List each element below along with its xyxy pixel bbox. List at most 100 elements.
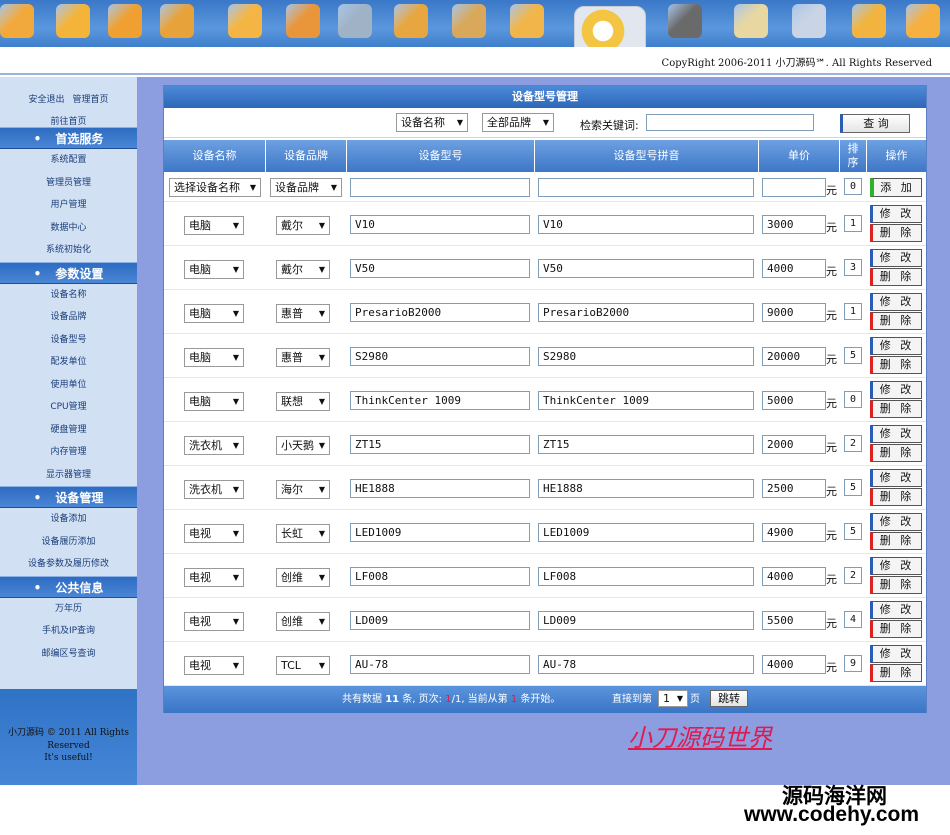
pinyin-input[interactable]: S2980 xyxy=(538,347,754,366)
sidebar-section-header[interactable]: • 首选服务 xyxy=(0,127,137,149)
brand-select[interactable]: 创维 ▼ xyxy=(276,568,330,587)
edit-button[interactable]: 修 改 xyxy=(870,513,922,531)
brand-select[interactable]: 长虹 ▼ xyxy=(276,524,330,543)
edit-button[interactable]: 修 改 xyxy=(870,337,922,355)
name-select[interactable]: 电脑 ▼ xyxy=(184,304,244,323)
sidebar-item[interactable]: 配发单位 xyxy=(0,351,137,374)
name-select[interactable]: 电脑 ▼ xyxy=(184,348,244,367)
model-input[interactable]: LD009 xyxy=(350,611,530,630)
sidebar-item[interactable]: 管理员管理 xyxy=(0,172,137,195)
price-input[interactable]: 5000 xyxy=(762,391,826,410)
user-icon[interactable] xyxy=(108,4,142,38)
name-select[interactable]: 电视 ▼ xyxy=(184,612,244,631)
sidebar-section-header[interactable]: • 参数设置 xyxy=(0,261,137,284)
edit-button[interactable]: 修 改 xyxy=(870,205,922,223)
delete-button[interactable]: 删 除 xyxy=(870,312,922,330)
pinyin-input[interactable]: V50 xyxy=(538,259,754,278)
sidebar-item[interactable]: 设备名称 xyxy=(0,284,137,307)
brand-select[interactable]: TCL ▼ xyxy=(276,656,330,675)
model-input[interactable]: PresarioB2000 xyxy=(350,303,530,322)
users-icon[interactable] xyxy=(160,4,194,38)
brand-select[interactable]: 海尔 ▼ xyxy=(276,480,330,499)
edit-button[interactable]: 修 改 xyxy=(870,645,922,663)
name-select[interactable]: 电脑 ▼ xyxy=(184,392,244,411)
add-brand-select[interactable]: 设备品牌 ▼ xyxy=(270,178,342,197)
delete-button[interactable]: 删 除 xyxy=(870,400,922,418)
order-input[interactable]: 1 xyxy=(844,215,862,232)
delete-button[interactable]: 删 除 xyxy=(870,532,922,550)
calendar-icon[interactable] xyxy=(792,4,826,38)
brand-select[interactable]: 戴尔 ▼ xyxy=(276,260,330,279)
delete-button[interactable]: 删 除 xyxy=(870,268,922,286)
order-input[interactable]: 9 xyxy=(844,655,862,672)
price-input[interactable]: 2500 xyxy=(762,479,826,498)
pinyin-input[interactable]: HE1888 xyxy=(538,479,754,498)
sidebar-item[interactable]: 万年历 xyxy=(0,598,137,621)
delete-button[interactable]: 删 除 xyxy=(870,620,922,638)
name-select[interactable]: 电视 ▼ xyxy=(184,524,244,543)
pinyin-input[interactable]: LF008 xyxy=(538,567,754,586)
delete-button[interactable]: 删 除 xyxy=(870,488,922,506)
filter-brand-select[interactable]: 全部品牌 ▼ xyxy=(482,113,554,132)
add-name-select[interactable]: 选择设备名称 ▼ xyxy=(169,178,261,197)
name-select[interactable]: 电脑 ▼ xyxy=(184,260,244,279)
model-input[interactable]: ThinkCenter 1009 xyxy=(350,391,530,410)
sidebar-item[interactable]: 显示器管理 xyxy=(0,464,137,487)
price-input[interactable]: 5500 xyxy=(762,611,826,630)
ai-icon[interactable] xyxy=(228,4,262,38)
sidebar-item[interactable]: 设备参数及履历修改 xyxy=(0,553,137,576)
price-input[interactable]: 4000 xyxy=(762,567,826,586)
price-input[interactable]: 3000 xyxy=(762,215,826,234)
front-home-link[interactable]: 前往首页 xyxy=(50,117,86,127)
sidebar-item[interactable]: 使用单位 xyxy=(0,374,137,397)
sidebar-item[interactable]: 设备品牌 xyxy=(0,306,137,329)
model-input[interactable]: S2980 xyxy=(350,347,530,366)
package-icon[interactable] xyxy=(734,4,768,38)
pinyin-input[interactable]: PresarioB2000 xyxy=(538,303,754,322)
network-icon[interactable] xyxy=(338,4,372,38)
sidebar-item[interactable]: 硬盘管理 xyxy=(0,419,137,442)
clapperboard-icon[interactable] xyxy=(668,4,702,38)
sidebar-item[interactable]: 设备添加 xyxy=(0,508,137,531)
sidebar-item[interactable]: 邮编区号查询 xyxy=(0,643,137,666)
admin-home-link[interactable]: 管理首页 xyxy=(73,95,109,105)
tools-icon[interactable] xyxy=(56,4,90,38)
edit-button[interactable]: 修 改 xyxy=(870,557,922,575)
name-select[interactable]: 电视 ▼ xyxy=(184,568,244,587)
coupon-icon[interactable] xyxy=(852,4,886,38)
edit-button[interactable]: 修 改 xyxy=(870,381,922,399)
pinyin-input[interactable]: AU-78 xyxy=(538,655,754,674)
briefcase-icon[interactable] xyxy=(286,4,320,38)
order-input[interactable]: 1 xyxy=(844,303,862,320)
delete-button[interactable]: 删 除 xyxy=(870,664,922,682)
sidebar-item[interactable]: 设备履历添加 xyxy=(0,531,137,554)
calculator-icon[interactable] xyxy=(394,4,428,38)
add-model-input[interactable] xyxy=(350,178,530,197)
pinyin-input[interactable]: LED1009 xyxy=(538,523,754,542)
price-input[interactable]: 20000 xyxy=(762,347,826,366)
price-input[interactable]: 4000 xyxy=(762,259,826,278)
delete-button[interactable]: 删 除 xyxy=(870,576,922,594)
sidebar-item[interactable]: 手机及IP查询 xyxy=(0,620,137,643)
model-input[interactable]: V10 xyxy=(350,215,530,234)
model-input[interactable]: HE1888 xyxy=(350,479,530,498)
brand-select[interactable]: 联想 ▼ xyxy=(276,392,330,411)
sidebar-item[interactable]: 数据中心 xyxy=(0,217,137,240)
order-input[interactable]: 5 xyxy=(844,347,862,364)
brand-select[interactable]: 小天鹅 ▼ xyxy=(276,436,330,455)
price-input[interactable]: 4000 xyxy=(762,655,826,674)
order-input[interactable]: 2 xyxy=(844,567,862,584)
sidebar-section-header[interactable]: • 公共信息 xyxy=(0,575,137,598)
edit-button[interactable]: 修 改 xyxy=(870,249,922,267)
price-input[interactable]: 4900 xyxy=(762,523,826,542)
jump-button[interactable]: 跳转 xyxy=(710,690,748,707)
edit-button[interactable]: 修 改 xyxy=(870,425,922,443)
model-input[interactable]: V50 xyxy=(350,259,530,278)
sidebar-item[interactable]: 用户管理 xyxy=(0,194,137,217)
name-select[interactable]: 电脑 ▼ xyxy=(184,216,244,235)
sidebar-item[interactable]: 系统初始化 xyxy=(0,239,137,262)
jump-page-select[interactable]: 1 ▼ xyxy=(658,690,688,707)
order-input[interactable]: 5 xyxy=(844,523,862,540)
pinyin-input[interactable]: LD009 xyxy=(538,611,754,630)
pinyin-input[interactable]: ZT15 xyxy=(538,435,754,454)
